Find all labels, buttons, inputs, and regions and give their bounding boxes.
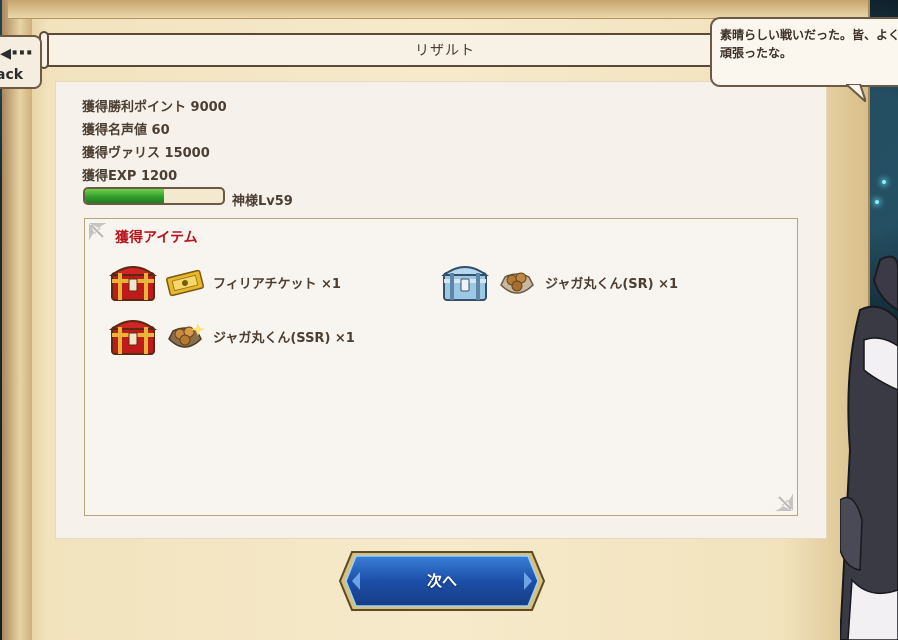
back-label: ack [0, 67, 24, 83]
potato-icon [168, 323, 205, 348]
speech-text: 素晴らしい戦いだった。皆、よく頑張ったな。 [720, 28, 898, 60]
red-chest-icon [109, 266, 157, 301]
fame-text: 獲得名声値 60 [82, 123, 170, 138]
victory-points-text: 獲得勝利ポイント 9000 [82, 100, 227, 115]
result-panel: 獲得勝利ポイント 9000 獲得名声値 60 獲得ヴァリス 15000 獲得EX… [56, 82, 826, 538]
blue-chest-icon [441, 266, 489, 301]
speech-bubble-tail [846, 84, 866, 102]
reward-item: ジャガ丸くん(SR) ×1 [441, 261, 741, 303]
reward-item-label: フィリアチケット ×1 [213, 277, 341, 292]
sparkle-icon [882, 180, 886, 184]
scroll-curl [2, 0, 32, 640]
character-portrait [840, 255, 898, 640]
ticket-icon [166, 269, 204, 297]
sparkle-icon [875, 200, 879, 204]
exp-progress-bar [83, 187, 225, 205]
reward-item: フィリアチケット ×1 [109, 261, 409, 303]
items-heading: 獲得アイテム [115, 230, 198, 246]
exp-text: 獲得EXP 1200 [82, 169, 178, 184]
reward-item-label: ジャガ丸くん(SSR) ×1 [213, 331, 355, 346]
back-button[interactable]: ◂⋯ ack [0, 35, 42, 89]
corner-ornament-icon [775, 493, 793, 511]
back-arrow-icon: ◂⋯ [0, 41, 34, 66]
level-label: 神様Lv59 [232, 194, 293, 209]
next-button-label: 次へ [426, 572, 457, 590]
red-chest-icon [109, 320, 157, 355]
reward-item: ジャガ丸くん(SSR) ×1 [109, 315, 409, 357]
next-button[interactable]: 次へ [338, 550, 546, 612]
potato-icon [500, 272, 534, 294]
page-title: リザルト [415, 43, 475, 59]
valis-text: 獲得ヴァリス 15000 [82, 146, 210, 161]
speech-bubble: 素晴らしい戦いだった。皆、よく頑張ったな。 [710, 17, 898, 87]
reward-item-label: ジャガ丸くん(SR) ×1 [545, 277, 679, 292]
exp-progress-fill [85, 189, 164, 203]
items-box: 獲得アイテム フィリアチケット ×1 ジャガ丸くん(SR) ×1 ジャガ丸くん(… [84, 218, 798, 516]
